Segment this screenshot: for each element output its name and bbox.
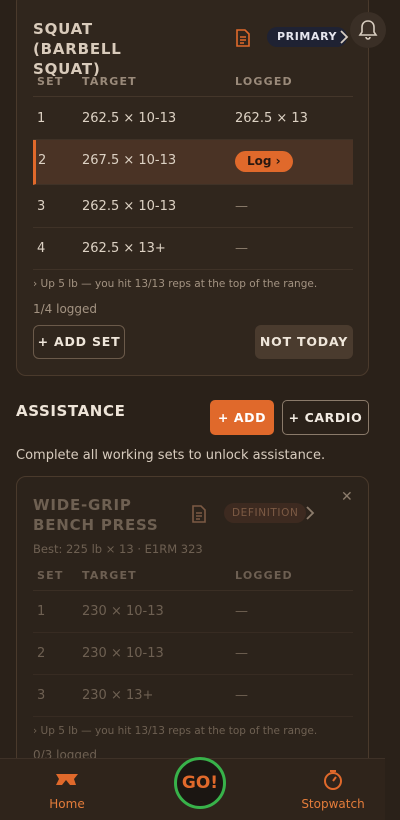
- set-target: 262.5 × 10-13: [82, 111, 177, 126]
- definition-badge: DEFINITION: [224, 503, 307, 523]
- nav-home[interactable]: Home: [17, 759, 117, 820]
- dumbbell-icon: [56, 774, 78, 785]
- progression-hint: › Up 5 lb — you hit 13/13 reps at the to…: [33, 725, 318, 737]
- primary-exercise-card: Squat (Barbell Squat) PRIMARY SET TARGET…: [16, 0, 369, 376]
- set-row-1[interactable]: 1 262.5 × 10-13 262.5 × 13: [33, 98, 353, 140]
- stopwatch-icon: [324, 770, 342, 790]
- assistance-exercise-card: Wide-Grip Bench Press DEFINITION ✕ Best:…: [16, 476, 369, 760]
- add-cardio-button[interactable]: + CARDIO: [282, 400, 369, 435]
- set-logged: —: [235, 688, 248, 703]
- nav-home-label: Home: [49, 797, 85, 811]
- set-target: 230 × 13+: [82, 688, 154, 703]
- document-icon[interactable]: [191, 505, 207, 523]
- nav-stopwatch-label: Stopwatch: [301, 797, 365, 811]
- bell-icon: [358, 20, 378, 40]
- set-number: 1: [37, 604, 46, 619]
- set-target: 262.5 × 13+: [82, 241, 166, 256]
- not-today-button[interactable]: NOT TODAY: [255, 325, 353, 359]
- document-icon[interactable]: [235, 29, 251, 47]
- column-header-logged: LOGGED: [235, 569, 293, 582]
- sets-table-header: SET TARGET LOGGED: [33, 561, 353, 591]
- best-record: Best: 225 lb × 13 · E1RM 323: [33, 542, 203, 556]
- close-icon[interactable]: ✕: [341, 489, 353, 505]
- chevron-right-icon[interactable]: [305, 506, 315, 520]
- set-row-2-active[interactable]: 2 267.5 × 10-13 Log ›: [33, 140, 353, 185]
- logged-count: 1/4 logged: [33, 302, 98, 316]
- set-number: 1: [37, 111, 46, 126]
- chevron-right-icon[interactable]: [339, 30, 349, 44]
- exercise-title[interactable]: Wide-Grip Bench Press: [33, 495, 183, 535]
- set-row-1: 1 230 × 10-13 —: [33, 591, 353, 633]
- set-target: 230 × 10-13: [82, 604, 164, 619]
- set-row-4[interactable]: 4 262.5 × 13+ —: [33, 228, 353, 270]
- add-assistance-button[interactable]: + ADD: [210, 400, 274, 435]
- column-header-set: SET: [37, 569, 64, 582]
- set-number: 2: [37, 646, 46, 661]
- set-target: 262.5 × 10-13: [82, 199, 177, 214]
- assistance-heading: ASSISTANCE: [16, 402, 126, 420]
- column-header-target: TARGET: [82, 75, 137, 88]
- set-logged: 262.5 × 13: [235, 111, 308, 126]
- set-target: 230 × 10-13: [82, 646, 164, 661]
- column-header-set: SET: [37, 75, 64, 88]
- primary-badge: PRIMARY: [267, 27, 348, 47]
- column-header-target: TARGET: [82, 569, 137, 582]
- set-logged: —: [235, 241, 248, 256]
- workout-screen: Squat (Barbell Squat) PRIMARY SET TARGET…: [0, 0, 400, 760]
- set-logged: —: [235, 646, 248, 661]
- set-number: 4: [37, 241, 46, 256]
- set-logged: —: [235, 199, 248, 214]
- column-header-logged: LOGGED: [235, 75, 293, 88]
- set-target: 267.5 × 10-13: [82, 153, 177, 168]
- go-button[interactable]: GO!: [174, 757, 226, 809]
- set-number: 2: [38, 153, 47, 168]
- progression-hint[interactable]: › Up 5 lb — you hit 13/13 reps at the to…: [33, 278, 317, 290]
- add-set-button[interactable]: + ADD SET: [33, 325, 125, 359]
- set-logged: —: [235, 604, 248, 619]
- notifications-button[interactable]: [350, 12, 386, 48]
- nav-stopwatch[interactable]: Stopwatch: [283, 759, 383, 820]
- set-row-3[interactable]: 3 262.5 × 10-13 —: [33, 186, 353, 228]
- sets-table-header: SET TARGET LOGGED: [33, 67, 353, 97]
- assistance-locked-note: Complete all working sets to unlock assi…: [16, 448, 326, 463]
- set-number: 3: [37, 199, 46, 214]
- log-set-button[interactable]: Log ›: [235, 151, 293, 172]
- set-row-3: 3 230 × 13+ —: [33, 675, 353, 717]
- set-row-2: 2 230 × 10-13 —: [33, 633, 353, 675]
- set-number: 3: [37, 688, 46, 703]
